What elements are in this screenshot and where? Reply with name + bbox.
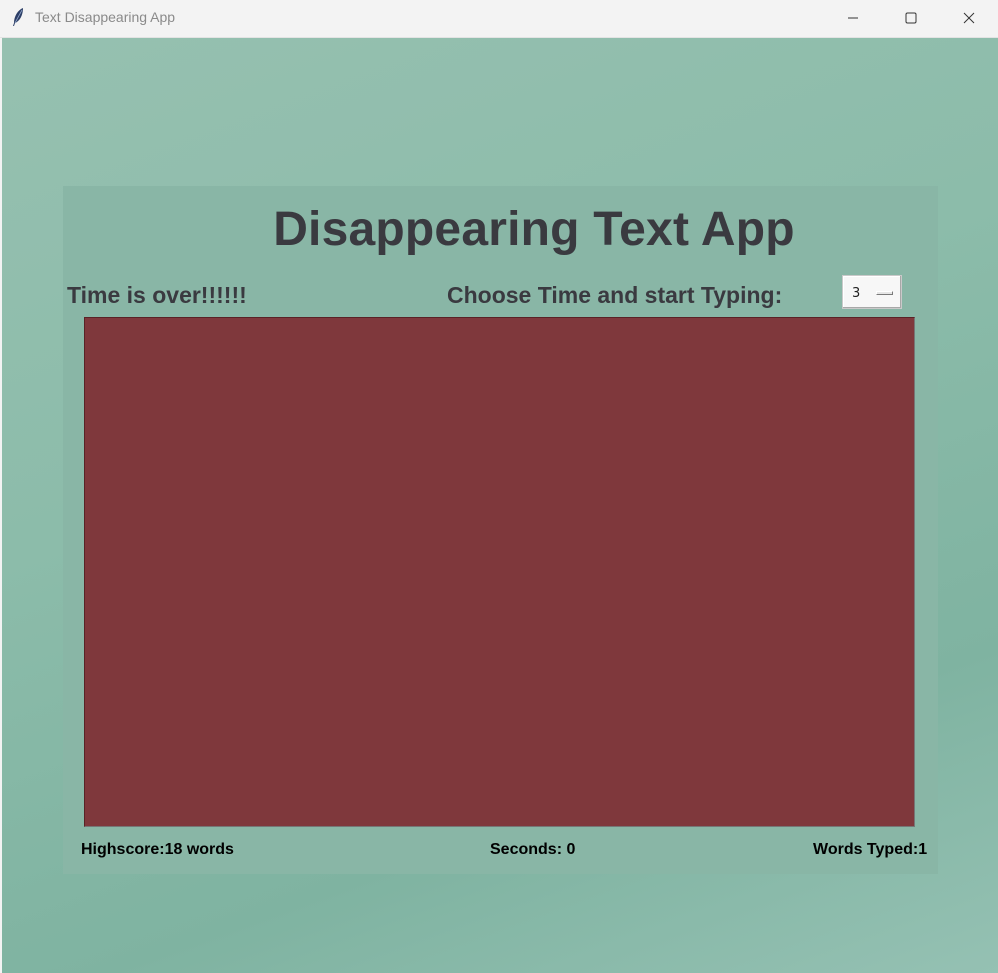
feather-icon (11, 7, 25, 27)
choose-time-label: Choose Time and start Typing: (447, 282, 783, 308)
status-message: Time is over!!!!!! (67, 282, 247, 308)
app-window: Text Disappearing App Disappearing Text … (0, 0, 998, 973)
title-bar[interactable]: Text Disappearing App (0, 0, 998, 38)
typing-text-area[interactable] (84, 317, 915, 827)
close-button[interactable] (940, 0, 998, 36)
time-select-value: 3 (852, 286, 861, 301)
option-menu-indicator-icon (876, 291, 893, 295)
close-icon (963, 12, 975, 24)
app-background: Disappearing Text App Time is over!!!!!!… (2, 38, 998, 973)
time-select-dropdown[interactable]: 3 (842, 275, 902, 309)
maximize-button[interactable] (882, 0, 940, 36)
minimize-icon (847, 12, 859, 24)
words-typed-counter: Words Typed:1 (813, 841, 928, 858)
main-frame: Disappearing Text App Time is over!!!!!!… (63, 186, 938, 874)
seconds-counter: Seconds: 0 (490, 841, 576, 858)
highscore-label: Highscore:18 words (81, 841, 234, 858)
minimize-button[interactable] (824, 0, 882, 36)
maximize-icon (905, 12, 917, 24)
window-title: Text Disappearing App (35, 9, 176, 25)
app-heading: Disappearing Text App (273, 203, 795, 256)
